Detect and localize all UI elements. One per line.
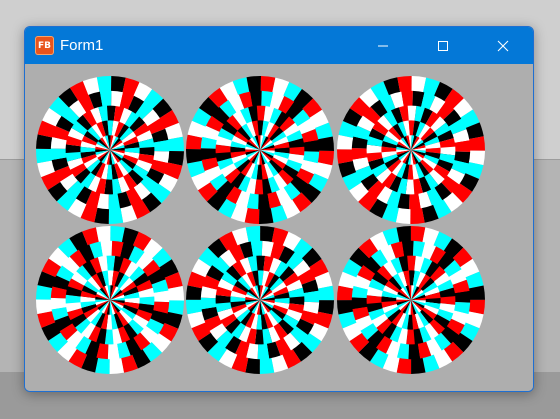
title-bar[interactable]: FB Form1	[25, 27, 533, 64]
close-icon	[497, 40, 509, 51]
app-icon-label: FB	[37, 40, 51, 51]
illusion-disk	[186, 76, 334, 224]
vb-app-icon[interactable]: FB	[35, 36, 54, 55]
illusion-disk	[35, 75, 185, 225]
maximize-button[interactable]	[420, 27, 466, 64]
illusion-disk	[336, 75, 486, 225]
illusion-canvas	[35, 75, 486, 375]
form1-window: FB Form1	[24, 26, 534, 392]
maximize-icon	[438, 40, 448, 51]
illusion-disk	[336, 225, 486, 374]
illusion-disk	[35, 225, 185, 375]
window-title: Form1	[60, 37, 104, 54]
minimize-icon	[378, 45, 388, 46]
form-client-area	[25, 64, 533, 391]
minimize-button[interactable]	[360, 27, 406, 64]
illusion-disk	[185, 225, 335, 375]
close-button[interactable]	[480, 27, 526, 64]
